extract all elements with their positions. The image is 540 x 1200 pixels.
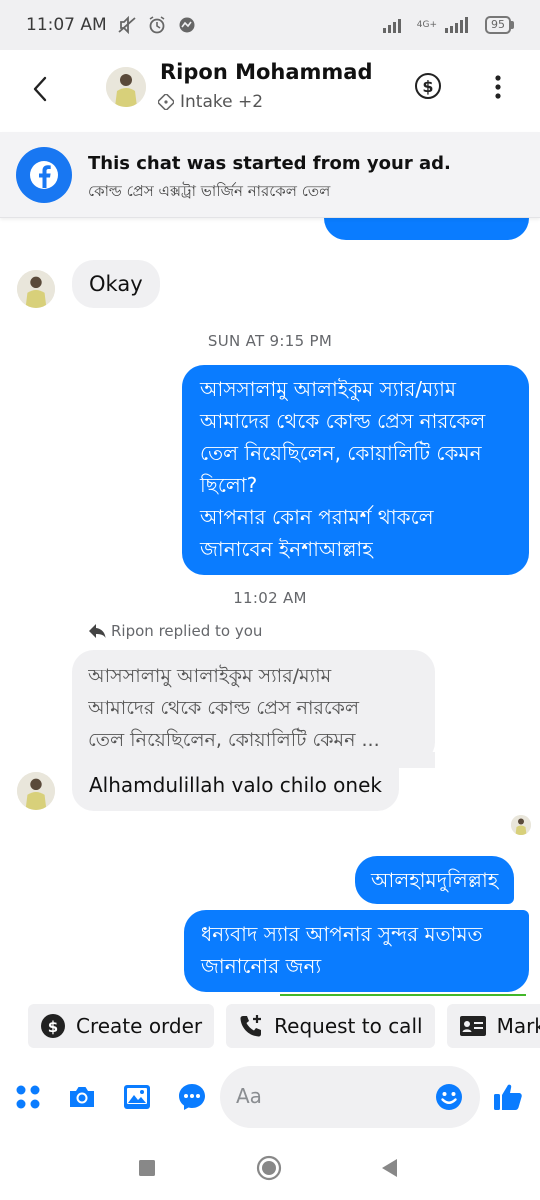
message-line: আমাদের থেকে কোল্ড প্রেস নারকেল: [200, 409, 486, 433]
message-line: আপনার কোন পরামর্শ থাকলে: [200, 505, 434, 529]
reply-indicator: Ripon replied to you: [88, 622, 262, 640]
message-timestamp: 11:02 AM: [233, 589, 307, 607]
sender-avatar[interactable]: [17, 270, 55, 308]
message-bubble-outgoing[interactable]: আসসালামু আলাইকুম স্যার/ম্যাম আমাদের থেকে…: [182, 365, 529, 575]
camera-icon[interactable]: [67, 1082, 97, 1112]
payment-dollar-icon[interactable]: $: [414, 72, 442, 100]
chat-header: Ripon Mohammad Intake +2 $: [0, 50, 540, 132]
message-bubble-outgoing[interactable]: আলহামদুলিল্লাহ: [355, 856, 515, 904]
system-nav-bar: [0, 1140, 540, 1200]
signal-icon-2: [445, 17, 468, 33]
gallery-icon[interactable]: [122, 1082, 152, 1112]
mark-button[interactable]: Mark: [446, 1004, 540, 1048]
quoted-message[interactable]: আসসালামু আলাইকুম স্যার/ম্যাম আমাদের থেকে…: [72, 650, 435, 764]
back-triangle-icon[interactable]: [376, 1154, 404, 1182]
phone-plus-icon: [240, 1015, 262, 1037]
battery-level: 95: [485, 16, 511, 34]
alarm-icon: [149, 16, 165, 34]
more-options-icon[interactable]: [488, 72, 508, 102]
mark-label: Mark: [496, 1014, 540, 1038]
recents-square-icon[interactable]: [133, 1154, 161, 1182]
status-time: 11:07 AM: [26, 15, 107, 35]
create-order-label: Create order: [76, 1014, 203, 1038]
message-line: ধন্যবাদ স্যার আপনার সুন্দর মতামত: [201, 922, 483, 946]
messenger-icon: [179, 17, 195, 33]
message-input-placeholder: Aa: [236, 1084, 262, 1108]
message-line: আসসালামু আলাইকুম স্যার/ম্যাম: [200, 377, 456, 401]
message-composer: Aa: [0, 1062, 540, 1132]
menu-grid-icon[interactable]: [14, 1082, 44, 1112]
contact-card-icon: [459, 1016, 486, 1036]
message-line: জানাবেন ইনশাআল্লাহ: [200, 537, 373, 561]
divider: [280, 994, 526, 996]
request-call-button[interactable]: Request to call: [226, 1004, 435, 1048]
sender-avatar[interactable]: [17, 772, 55, 810]
message-list[interactable]: Okay SUN AT 9:15 PM আসসালামু আলাইকুম স্য…: [0, 218, 540, 998]
message-bubble-incoming[interactable]: Alhamdulillah valo chilo onek: [72, 763, 399, 811]
dollar-circle-icon: $: [41, 1014, 65, 1038]
labels-text: Intake +2: [180, 92, 264, 112]
home-circle-icon[interactable]: [255, 1154, 283, 1182]
network-type: 4G+: [416, 20, 437, 30]
quoted-line: আমাদের থেকে কোল্ড প্রেস নারকেল: [88, 697, 360, 719]
thumbs-up-icon[interactable]: [492, 1081, 524, 1113]
message-line: জানানোর জন্য: [201, 954, 322, 978]
message-bubble-incoming[interactable]: Okay: [72, 260, 160, 308]
request-call-label: Request to call: [274, 1014, 423, 1038]
label-icon: [158, 94, 174, 110]
quick-actions-bar: $ Create order Request to call Mark: [0, 1004, 540, 1050]
seen-receipt-avatar: [511, 815, 531, 835]
battery-icon: 95: [485, 16, 514, 34]
ad-origin-banner[interactable]: This chat was started from your ad. কোল্…: [0, 132, 540, 218]
svg-text:$: $: [422, 77, 433, 96]
message-line: ছিলো?: [200, 473, 258, 497]
mute-icon: [118, 16, 136, 34]
create-order-button[interactable]: $ Create order: [28, 1004, 215, 1048]
facebook-logo-icon: [16, 147, 72, 203]
contact-labels[interactable]: Intake +2: [158, 92, 263, 112]
reply-arrow-icon: [89, 624, 106, 638]
ad-banner-subtitle: কোল্ড প্রেস এক্সট্রা ভার্জিন নারকেল তেল: [88, 182, 331, 200]
status-bar: 11:07 AM 4G+ 95: [0, 0, 540, 50]
ad-banner-title: This chat was started from your ad.: [88, 153, 451, 174]
reply-label-text: Ripon replied to you: [111, 622, 263, 640]
contact-name[interactable]: Ripon Mohammad: [160, 60, 373, 84]
signal-icon: [382, 19, 401, 33]
message-line: তেল নিয়েছিলেন, কোয়ালিটি কেমন: [200, 441, 482, 465]
message-bubble-outgoing[interactable]: ধন্যবাদ স্যার আপনার সুন্দর মতামত জানানোর…: [184, 910, 529, 992]
emoji-icon[interactable]: [434, 1082, 464, 1112]
chat-bubble-icon[interactable]: [177, 1082, 207, 1112]
back-arrow-icon[interactable]: [26, 74, 56, 104]
quoted-line: আসসালামু আলাইকুম স্যার/ম্যাম: [88, 665, 332, 687]
svg-text:$: $: [48, 1018, 58, 1036]
header-avatar[interactable]: [106, 67, 146, 107]
message-timestamp: SUN AT 9:15 PM: [207, 332, 333, 350]
message-bubble-outgoing-cut[interactable]: [324, 218, 529, 240]
message-input[interactable]: Aa: [220, 1066, 480, 1128]
